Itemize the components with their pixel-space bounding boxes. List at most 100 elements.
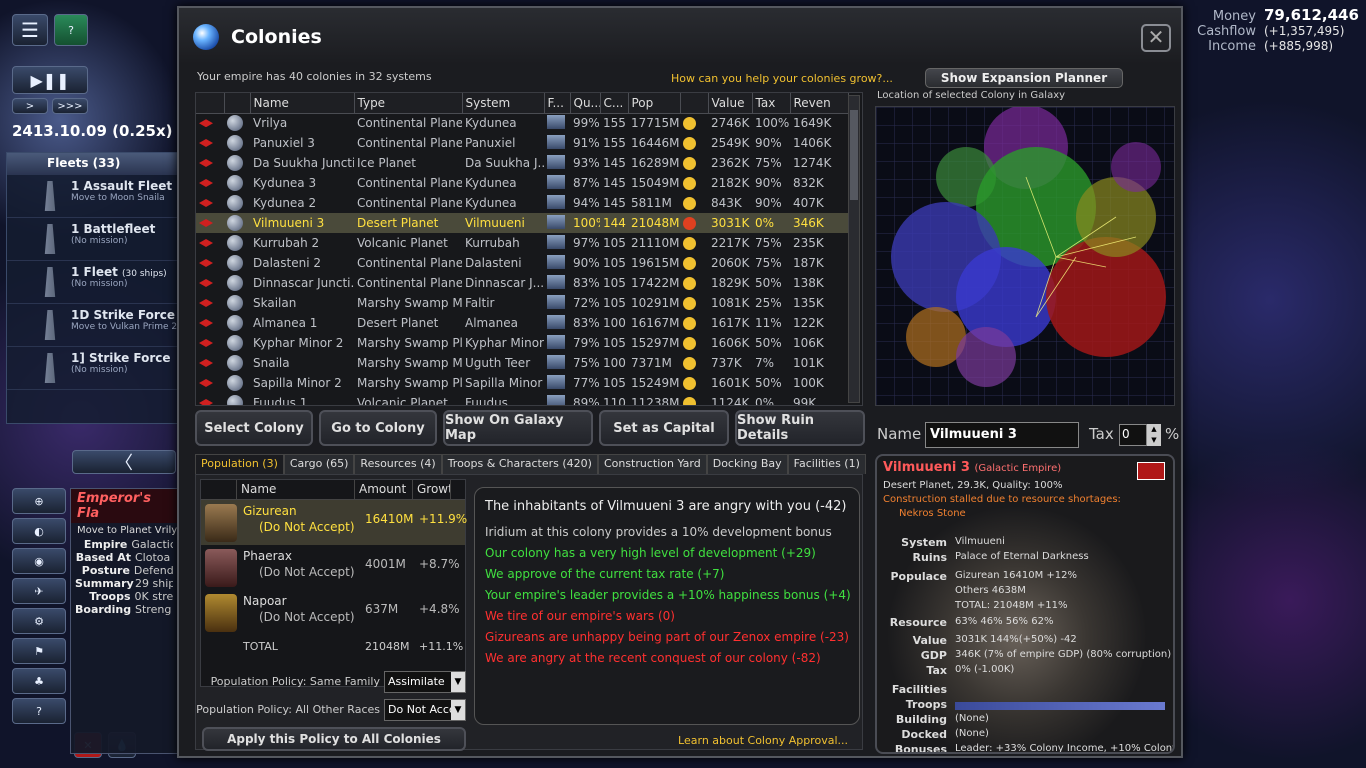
table-row[interactable]: Kyphar Minor 2 Marshy Swamp Pl...Kyphar M… <box>196 333 848 353</box>
tab-docking-bay[interactable]: Docking Bay <box>706 454 788 474</box>
mood-face-icon <box>683 217 696 230</box>
table-scrollbar[interactable] <box>848 95 860 403</box>
help-link[interactable]: How can you help your colonies grow?... <box>671 72 893 85</box>
race-col-name[interactable]: Name <box>237 480 355 499</box>
cell-icon <box>544 153 570 173</box>
table-row[interactable]: Vilmuueni 3Desert PlanetVilmuueni 100%144… <box>196 213 848 233</box>
table-row[interactable]: Da Suukha Juncti...Ice Planet Da Suukha J… <box>196 153 848 173</box>
col-header-value[interactable]: Value <box>708 93 753 114</box>
tree-icon[interactable]: ♣ <box>12 668 66 694</box>
table-row[interactable]: Fuudus 1 Volcanic Planet Fuudus 89% 110 11238… <box>196 393 848 405</box>
total-label: TOTAL <box>243 640 278 653</box>
cell-c: 105 <box>603 296 626 310</box>
cell-pop: 17715M <box>631 116 680 131</box>
tax-input[interactable]: 0 <box>1119 424 1147 446</box>
table-row[interactable]: Kydunea 3 Continental Planet Kydunea 87% 145… <box>196 173 848 193</box>
table-row[interactable]: Dinnascar Juncti... Continental Planet Din… <box>196 273 848 293</box>
tab-facilities[interactable]: Facilities (1) <box>787 454 866 474</box>
tab-construction-yard[interactable]: Construction Yard <box>597 454 707 474</box>
expansion-planner-button[interactable]: Show Expansion Planner <box>925 68 1123 88</box>
tab-troops[interactable]: Troops & Characters (420) <box>441 454 598 474</box>
fleet-item[interactable]: 1 Assault Fleet Move to Moon Snaila <box>7 175 177 218</box>
race-row[interactable]: Gizurean (Do Not Accept) 16410M +11.9% <box>201 500 467 545</box>
col-header-flag[interactable] <box>196 93 225 114</box>
show-ruin-details-button[interactable]: Show Ruin Details <box>735 410 865 446</box>
table-row[interactable]: Vrilya Continental Planet Kydunea 99% 155 177… <box>196 113 848 133</box>
set-capital-button[interactable]: Set as Capital <box>599 410 729 446</box>
cell-system: Kydunea <box>465 116 517 131</box>
table-row[interactable]: Dalasteni 2 Continental Planet Dalasteni 90… <box>196 253 848 273</box>
learn-approval-link[interactable]: Learn about Colony Approval... <box>678 734 848 747</box>
col-header-c[interactable]: C... <box>600 93 629 114</box>
race-col-growth[interactable]: Growt <box>413 480 451 499</box>
select-colony-button[interactable]: Select Colony <box>195 410 313 446</box>
scroll-thumb[interactable] <box>850 110 858 200</box>
tax-stepper[interactable]: ▲ ▼ <box>1147 424 1161 446</box>
minimap-svg <box>876 107 1174 405</box>
planet-icon[interactable]: ◐ <box>12 518 66 544</box>
help-hex-button[interactable]: ? <box>54 14 88 46</box>
mood-face-icon <box>683 117 696 131</box>
tab-population[interactable]: Population (3) <box>195 454 284 474</box>
cell-name: Dalasteni 2 <box>253 256 322 270</box>
fleet-mission: (No mission) <box>71 365 128 375</box>
play-pause-button[interactable]: ▶❚❚ <box>12 66 88 94</box>
table-row[interactable]: Skailan Marshy Swamp M...Faltir 72%105 1029… <box>196 293 848 313</box>
col-header-tax[interactable]: Tax <box>752 93 791 114</box>
fleet-item[interactable]: 1] Strike Force (No mission) <box>7 347 177 390</box>
table-row[interactable]: Kurrubah 2 Volcanic Planet Kurrubah 97% 105 2… <box>196 233 848 253</box>
flag-icon <box>199 319 213 327</box>
col-header-mood[interactable] <box>680 93 709 114</box>
speed-fast-button[interactable]: >>> <box>52 98 88 114</box>
go-to-colony-button[interactable]: Go to Colony <box>319 410 437 446</box>
emperor-title[interactable]: Emperor's Fla <box>71 489 177 523</box>
approval-bad: We tire of our empire's wars (0) <box>485 609 675 623</box>
table-row[interactable]: Sapilla Minor 2 Marshy Swamp Pl...Sapilla… <box>196 373 848 393</box>
apply-policy-button[interactable]: Apply this Policy to All Colonies <box>202 727 466 751</box>
detail-key: Building <box>895 713 947 726</box>
fleet-item[interactable]: 1 Battlefleet (No mission) <box>7 218 177 261</box>
policy-other-select[interactable]: Do Not Accept ▼ <box>384 699 466 721</box>
race-row[interactable]: Phaerax (Do Not Accept) 4001M +8.7% <box>201 545 465 590</box>
collapse-left-button[interactable]: 〈 <box>72 450 176 474</box>
col-header-f[interactable]: F... <box>544 93 571 114</box>
cell-icon <box>224 113 250 133</box>
ship-nav-icon[interactable]: ✈ <box>12 578 66 604</box>
race-col-amount[interactable]: Amount <box>355 480 413 499</box>
race-amount: 4001M <box>365 557 406 571</box>
cell-icon <box>196 113 224 133</box>
col-header-icon[interactable] <box>224 93 251 114</box>
colony-name-input[interactable]: Vilmuueni 3 <box>925 422 1079 448</box>
cell-value: 1829K <box>711 276 750 290</box>
col-header-quality[interactable]: Qu... <box>570 93 601 114</box>
target-icon[interactable]: ⊕ <box>12 488 66 514</box>
col-header-revenue[interactable]: Reven <box>790 93 849 114</box>
galaxy-minimap[interactable] <box>875 106 1175 406</box>
tab-cargo[interactable]: Cargo (65) <box>283 454 355 474</box>
fleet-item[interactable]: 1D Strike Force Move to Vulkan Prime 2 <box>7 304 177 347</box>
race-row[interactable]: Napoar (Do Not Accept) 637M +4.8% <box>201 590 465 635</box>
flag-icon[interactable]: ⚑ <box>12 638 66 664</box>
question-icon[interactable]: ? <box>12 698 66 724</box>
fleets-header[interactable]: Fleets (33) <box>7 153 177 175</box>
col-header-system[interactable]: System <box>462 93 545 114</box>
cell-icon <box>680 233 708 253</box>
table-row[interactable]: Almanea 1 Desert Planet Almanea 83% 100 16167… <box>196 313 848 333</box>
table-row[interactable]: Panuxiel 3 Continental Planet Panuxiel 91% 1… <box>196 133 848 153</box>
speed-slow-button[interactable]: > <box>12 98 48 114</box>
tab-resources[interactable]: Resources (4) <box>354 454 442 474</box>
col-header-name[interactable]: Name <box>250 93 355 114</box>
eye-icon[interactable]: ◉ <box>12 548 66 574</box>
table-row[interactable]: Snaila Marshy Swamp M...Uguth Teer 75%100 7… <box>196 353 848 373</box>
col-header-pop[interactable]: Pop <box>628 93 681 114</box>
cell-icon <box>544 333 570 353</box>
table-row[interactable]: Kydunea 2 Continental Planet Kydunea 94% 145… <box>196 193 848 213</box>
menu-button[interactable]: ☰ <box>12 14 48 46</box>
show-galaxy-map-button[interactable]: Show On Galaxy Map <box>443 410 593 446</box>
col-header-type[interactable]: Type <box>354 93 463 114</box>
gear-icon[interactable]: ⚙ <box>12 608 66 634</box>
cell-revenue: 101K <box>793 356 824 370</box>
fleet-item[interactable]: 1 Fleet (30 ships) (No mission) <box>7 261 177 304</box>
close-button[interactable]: ✕ <box>1141 24 1171 52</box>
policy-same-select[interactable]: Assimilate ▼ <box>384 671 466 693</box>
